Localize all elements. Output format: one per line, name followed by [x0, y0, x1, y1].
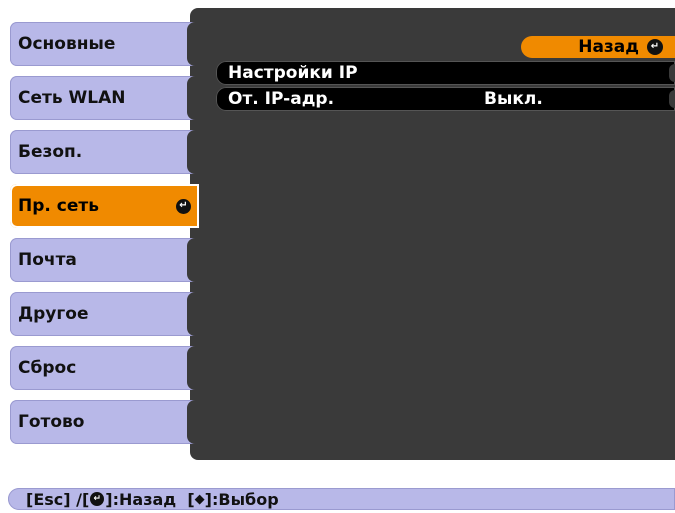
sidebar-item-label: Почта — [18, 250, 77, 270]
sidebar-item-security[interactable]: Безоп. — [10, 130, 199, 174]
sidebar-item-other[interactable]: Другое — [10, 292, 199, 336]
sidebar-item-wlan[interactable]: Сеть WLAN — [10, 76, 199, 120]
sidebar-item-label: Безоп. — [18, 142, 83, 162]
enter-icon: ↵ — [90, 492, 105, 506]
sidebar-item-label: Готово — [18, 412, 85, 432]
enter-icon: ↵ — [647, 39, 663, 55]
up-down-arrows-icon: ◆ — [194, 491, 205, 507]
sidebar-item-wired-network[interactable]: Пр. сеть ↵ — [10, 184, 199, 228]
sidebar-item-reset[interactable]: Сброс — [10, 346, 199, 390]
row-label: От. IP-адр. — [228, 89, 335, 109]
enter-icon: ↵ — [176, 198, 191, 214]
sidebar-item-osnovnye[interactable]: Основные — [10, 22, 199, 66]
sidebar-item-label: Сеть WLAN — [18, 88, 126, 108]
back-button-label: Назад — [578, 37, 639, 57]
status-text-back: ]:Назад [ — [105, 489, 195, 509]
sidebar-item-done[interactable]: Готово — [10, 400, 199, 444]
status-text-esc: [Esc] /[ — [26, 489, 90, 509]
back-button[interactable]: Назад ↵ — [521, 36, 675, 58]
sidebar-item-mail[interactable]: Почта — [10, 238, 199, 282]
sidebar-item-label: Основные — [18, 34, 116, 54]
row-value: Выкл. — [484, 89, 543, 109]
sidebar-item-label: Другое — [18, 304, 89, 324]
status-bar-help: [Esc] /[ ↵ ]:Назад [ ◆ ]:Выбор — [8, 488, 675, 510]
sidebar-item-label: Сброс — [18, 358, 77, 378]
settings-row-ip-display[interactable]: От. IP-адр. Выкл. — [216, 87, 675, 111]
row-label: Настройки IP — [228, 63, 358, 83]
settings-row-ip-settings[interactable]: Настройки IP — [216, 61, 675, 85]
status-text-select: ]:Выбор — [204, 489, 279, 509]
sidebar-item-label: Пр. сеть — [18, 196, 99, 216]
